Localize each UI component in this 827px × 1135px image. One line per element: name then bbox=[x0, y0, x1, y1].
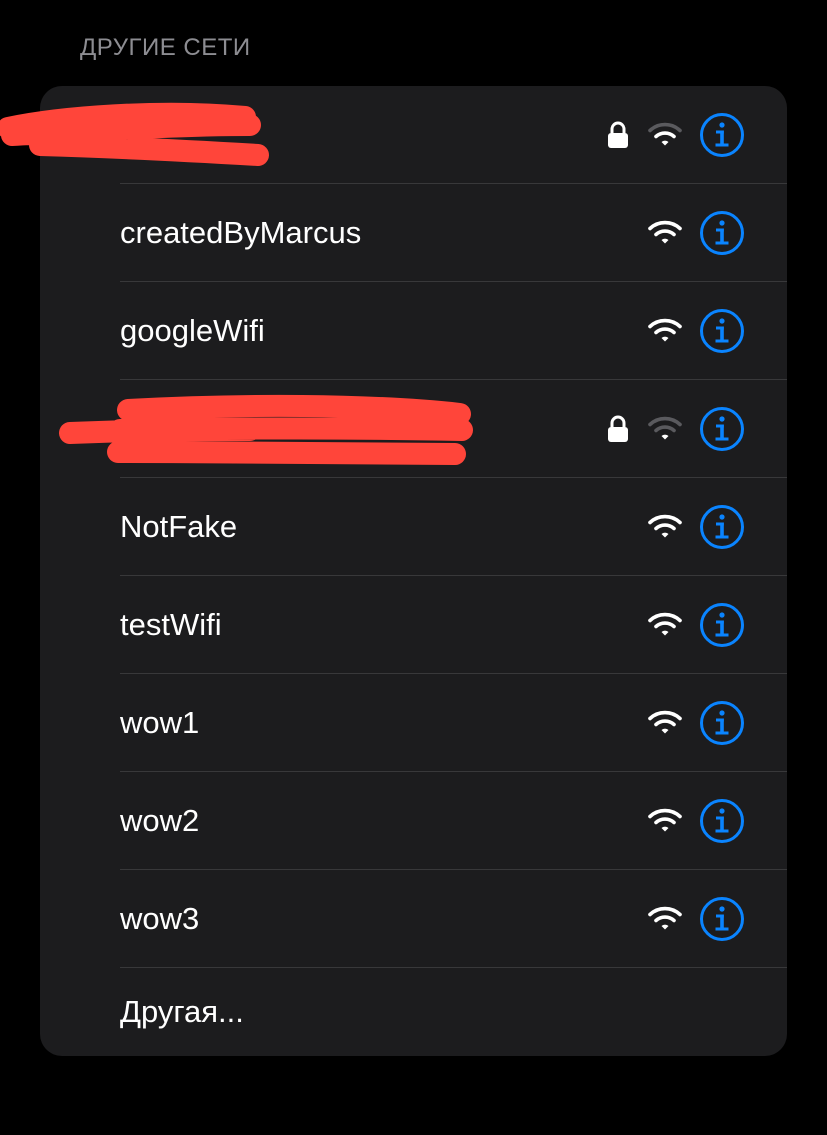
info-icon[interactable] bbox=[699, 504, 745, 550]
lock-icon bbox=[608, 121, 628, 148]
network-row[interactable]: wow2 bbox=[40, 772, 787, 870]
wifi-icon bbox=[648, 612, 682, 636]
other-network-button[interactable]: Другая... bbox=[40, 968, 787, 1056]
network-row[interactable] bbox=[40, 380, 787, 478]
wifi-weak-signal-icon bbox=[648, 416, 682, 440]
network-name: wow3 bbox=[120, 901, 200, 936]
info-icon[interactable] bbox=[699, 210, 745, 256]
network-row[interactable]: testWifi bbox=[40, 576, 787, 674]
info-icon[interactable] bbox=[699, 308, 745, 354]
network-name: wow2 bbox=[120, 803, 200, 838]
network-name: googleWifi bbox=[120, 313, 265, 348]
network-name: wow1 bbox=[120, 705, 200, 740]
network-list: createdByMarcus googleWifi NotFake testW… bbox=[40, 86, 787, 1056]
network-row[interactable]: wow3 bbox=[40, 870, 787, 968]
network-row[interactable] bbox=[40, 86, 787, 184]
section-title-other-networks: ДРУГИЕ СЕТИ bbox=[80, 34, 251, 61]
info-icon[interactable] bbox=[699, 798, 745, 844]
info-icon[interactable] bbox=[699, 602, 745, 648]
wifi-icon bbox=[648, 514, 682, 538]
info-icon[interactable] bbox=[699, 700, 745, 746]
info-icon[interactable] bbox=[699, 896, 745, 942]
network-name: testWifi bbox=[120, 607, 222, 642]
wifi-icon bbox=[648, 906, 682, 930]
lock-icon bbox=[608, 415, 628, 442]
network-row[interactable]: NotFake bbox=[40, 478, 787, 576]
wifi-icon bbox=[648, 220, 682, 244]
info-icon[interactable] bbox=[699, 406, 745, 452]
wifi-weak-signal-icon bbox=[648, 122, 682, 146]
network-name: createdByMarcus bbox=[120, 215, 362, 250]
network-name: NotFake bbox=[120, 509, 238, 544]
wifi-icon bbox=[648, 808, 682, 832]
network-row[interactable]: googleWifi bbox=[40, 282, 787, 380]
network-row[interactable]: wow1 bbox=[40, 674, 787, 772]
network-row[interactable]: createdByMarcus bbox=[40, 184, 787, 282]
wifi-icon bbox=[648, 710, 682, 734]
wifi-icon bbox=[648, 318, 682, 342]
info-icon[interactable] bbox=[699, 112, 745, 158]
other-network-label: Другая... bbox=[120, 994, 244, 1029]
